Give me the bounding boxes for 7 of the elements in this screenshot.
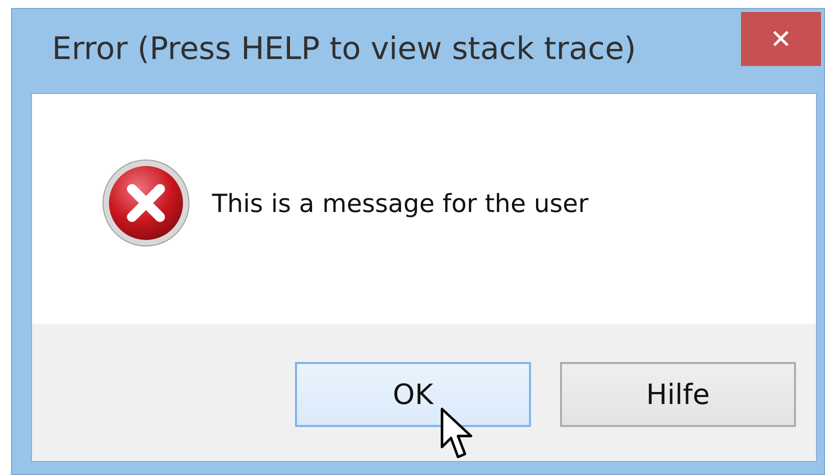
error-icon (102, 159, 190, 247)
window-title: Error (Press HELP to view stack trace) (52, 31, 638, 67)
dialog-button[interactable]: OK (295, 362, 531, 427)
dialog-button[interactable]: Hilfe (560, 362, 796, 427)
mouse-pointer-icon (440, 407, 474, 461)
message-text: This is a message for the user (212, 188, 588, 218)
close-button[interactable]: ✕ (741, 12, 821, 66)
